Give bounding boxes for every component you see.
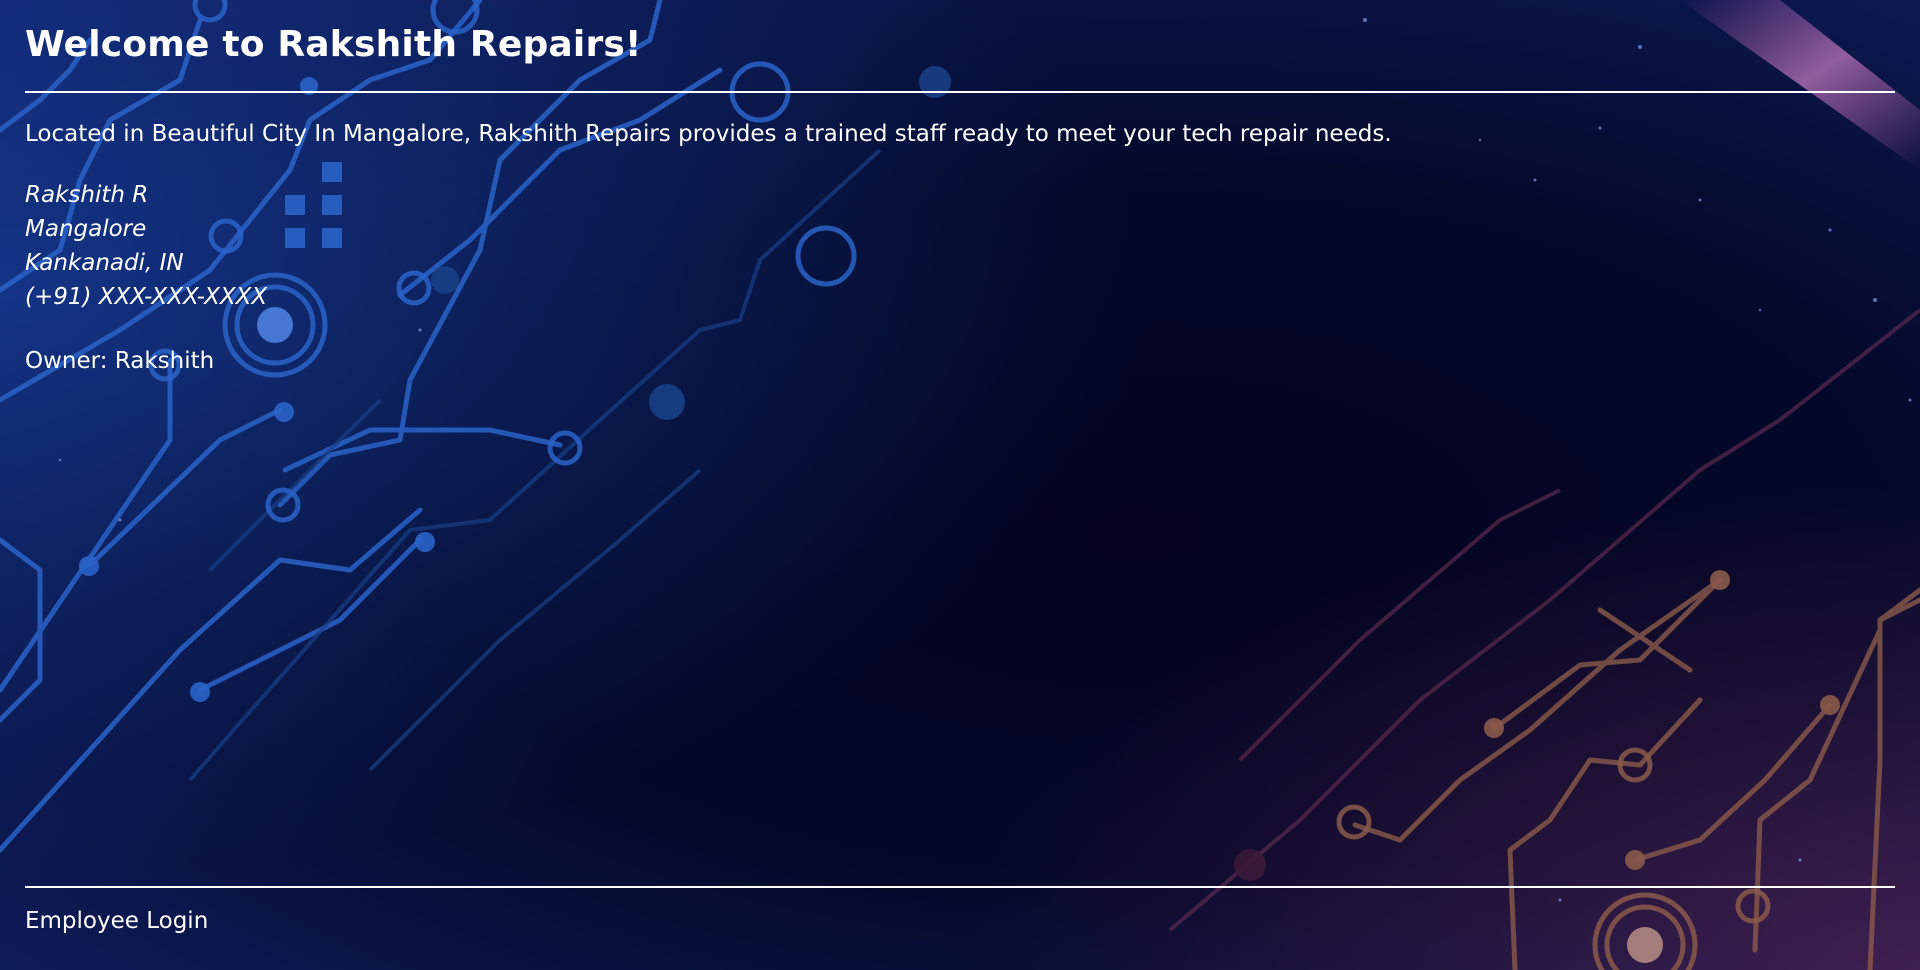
header-divider <box>25 91 1895 93</box>
address-locality: Kankanadi, IN <box>25 250 184 276</box>
employee-login-link[interactable]: Employee Login <box>25 908 208 934</box>
contact-address: Rakshith R Mangalore Kankanadi, IN (+91)… <box>25 178 267 314</box>
intro-text: Located in Beautiful City In Mangalore, … <box>25 121 1392 147</box>
address-name: Rakshith R <box>25 182 149 208</box>
page-title: Welcome to Rakshith Repairs! <box>25 24 642 65</box>
address-city: Mangalore <box>25 216 147 242</box>
page-content: Welcome to Rakshith Repairs! Located in … <box>25 0 1895 970</box>
address-phone: (+91) XXX-XXX-XXXX <box>25 284 268 310</box>
owner-text: Owner: Rakshith <box>25 348 215 374</box>
footer-divider <box>25 886 1895 888</box>
